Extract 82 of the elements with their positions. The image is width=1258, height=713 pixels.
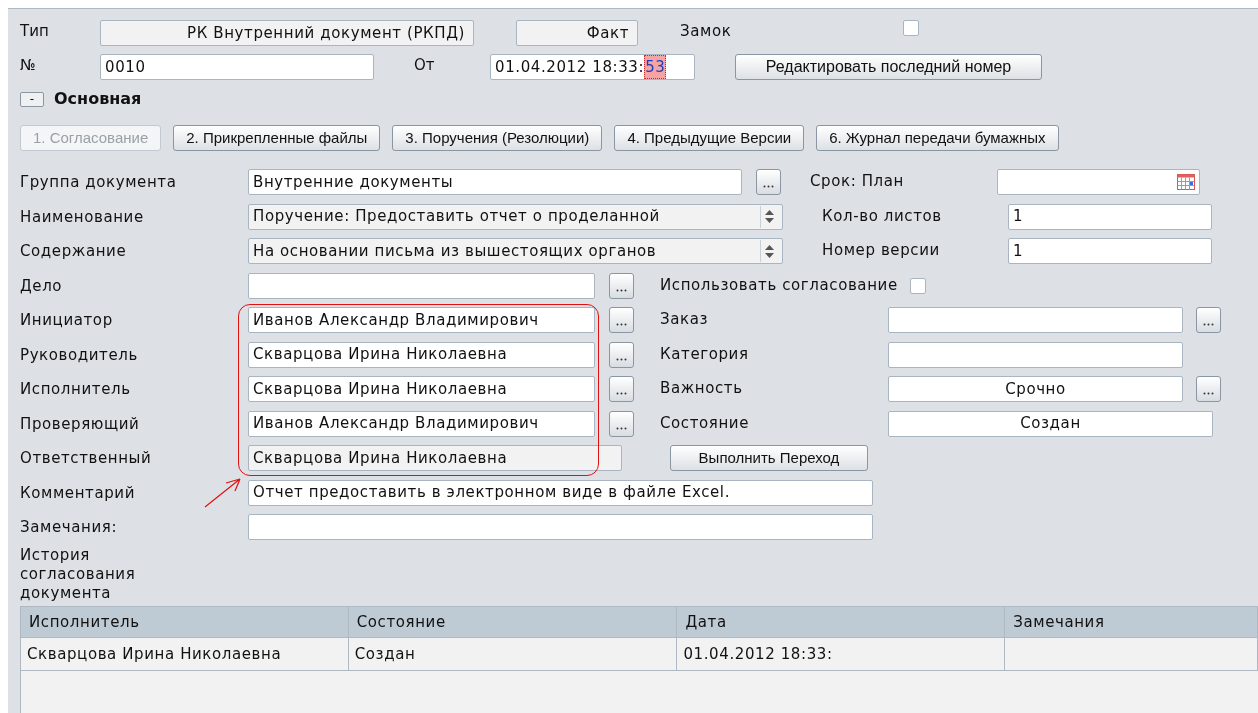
tab[interactable]: 2. Прикрепленные файлы bbox=[173, 125, 381, 151]
field-label: Наименование bbox=[20, 207, 144, 226]
ellipsis-icon bbox=[1203, 323, 1214, 326]
field-label: Тип bbox=[20, 21, 50, 42]
tab[interactable]: 3. Поручения (Резолюции) bbox=[392, 125, 603, 151]
table-cell: 01.04.2012 18:33: bbox=[677, 638, 1006, 670]
input-field[interactable]: 1 bbox=[1008, 203, 1212, 230]
input-field[interactable]: Иванов Александр Владимирович bbox=[248, 307, 595, 333]
field-label: Заказ bbox=[660, 309, 710, 330]
ellipsis-icon bbox=[616, 288, 627, 292]
input-field[interactable]: РК Внутренний документ (РКПД) bbox=[100, 20, 474, 46]
field-label: Дело bbox=[20, 276, 63, 295]
input-field[interactable]: Срочно bbox=[888, 376, 1183, 402]
ellipsis-icon bbox=[763, 185, 774, 188]
tab[interactable]: 4. Предыдущие Версии bbox=[614, 125, 805, 151]
field-label: Инициатор bbox=[20, 311, 113, 329]
ellipsis-icon bbox=[616, 357, 627, 361]
column-header[interactable]: Исполнитель bbox=[21, 607, 349, 637]
input-field[interactable]: Скварцова Ирина Николаевна bbox=[248, 341, 595, 368]
input-field[interactable] bbox=[888, 307, 1183, 333]
browse-button[interactable] bbox=[609, 307, 634, 333]
input-field[interactable]: Создан bbox=[888, 410, 1213, 437]
table-cell: Скварцова Ирина Николаевна bbox=[21, 638, 349, 670]
input-field[interactable]: Отчет предоставить в электронном виде в файле Excel. bbox=[248, 479, 873, 506]
column-header[interactable]: Замечания bbox=[1005, 607, 1258, 637]
ellipsis-icon bbox=[616, 426, 627, 430]
field-label: Использовать согласование bbox=[660, 275, 898, 297]
browse-button[interactable] bbox=[756, 169, 781, 195]
field-label: От bbox=[414, 55, 436, 76]
input-field[interactable] bbox=[248, 272, 595, 299]
field-label: Группа документа bbox=[20, 173, 177, 191]
field-label: Комментарий bbox=[20, 483, 136, 502]
field-label: Замок bbox=[680, 21, 733, 42]
edit-number-button[interactable]: Редактировать последний номер bbox=[735, 54, 1042, 80]
input-field[interactable]: Скварцова Ирина Николаевна bbox=[248, 445, 622, 471]
field-label: Ответственный bbox=[20, 449, 152, 467]
selected-text: 53 bbox=[644, 55, 667, 79]
input-field[interactable]: Скварцова Ирина Николаевна bbox=[248, 376, 595, 402]
field-label: Кол-во листов bbox=[822, 205, 943, 227]
browse-button[interactable] bbox=[1196, 307, 1221, 333]
browse-button[interactable] bbox=[609, 410, 634, 437]
field-label: Содержание bbox=[20, 242, 127, 260]
browse-button[interactable] bbox=[609, 376, 634, 402]
field-label: Важность bbox=[660, 378, 744, 399]
checkbox[interactable] bbox=[903, 20, 919, 36]
field-label: Руководитель bbox=[20, 345, 138, 364]
collapse-toggle[interactable]: - bbox=[20, 91, 44, 107]
input-field[interactable]: Внутренние документы bbox=[248, 169, 742, 195]
calendar-icon[interactable] bbox=[1177, 174, 1195, 190]
column-header[interactable]: Состояние bbox=[348, 607, 678, 637]
field-label: Номер версии bbox=[822, 240, 941, 261]
input-field[interactable] bbox=[997, 169, 1200, 195]
field-label: Исполнитель bbox=[20, 380, 131, 398]
tab[interactable]: 6. Журнал передачи бумажных bbox=[816, 125, 1059, 151]
table-cell: Создан bbox=[348, 638, 678, 670]
input-field[interactable]: Поручение: Предоставить отчет о проделанной bbox=[248, 203, 783, 230]
input-field[interactable] bbox=[888, 341, 1183, 368]
field-label: Срок: План bbox=[810, 171, 905, 192]
column-header[interactable]: Дата bbox=[677, 607, 1006, 637]
transition-button[interactable]: Выполнить Переход bbox=[670, 445, 868, 471]
field-label: Замечания: bbox=[20, 518, 118, 536]
browse-button[interactable] bbox=[1196, 376, 1221, 402]
input-field[interactable]: На основании письма из вышестоящих органов bbox=[248, 238, 783, 264]
field-label: № bbox=[20, 55, 37, 76]
input-field[interactable]: Иванов Александр Владимирович bbox=[248, 410, 595, 437]
input-field[interactable] bbox=[248, 514, 873, 540]
browse-button[interactable] bbox=[609, 341, 634, 368]
ellipsis-icon bbox=[616, 323, 627, 326]
field-label: Состояние bbox=[660, 412, 751, 434]
ellipsis-icon bbox=[1203, 392, 1214, 395]
input-field[interactable]: 0010 bbox=[100, 54, 374, 80]
arrow-drawing bbox=[204, 477, 242, 508]
checkbox[interactable] bbox=[909, 277, 926, 294]
input-field[interactable]: Факт bbox=[516, 20, 638, 46]
field-label: Категория bbox=[660, 343, 750, 365]
date-field[interactable]: 01.04.2012 18:33:53 bbox=[490, 54, 695, 80]
ellipsis-icon bbox=[616, 392, 627, 395]
browse-button[interactable] bbox=[609, 272, 634, 299]
section-title: Основная bbox=[54, 88, 142, 110]
field-label: Проверяющий bbox=[20, 414, 140, 433]
input-field[interactable]: 1 bbox=[1008, 238, 1212, 264]
field-label: История согласования документа bbox=[20, 546, 137, 603]
